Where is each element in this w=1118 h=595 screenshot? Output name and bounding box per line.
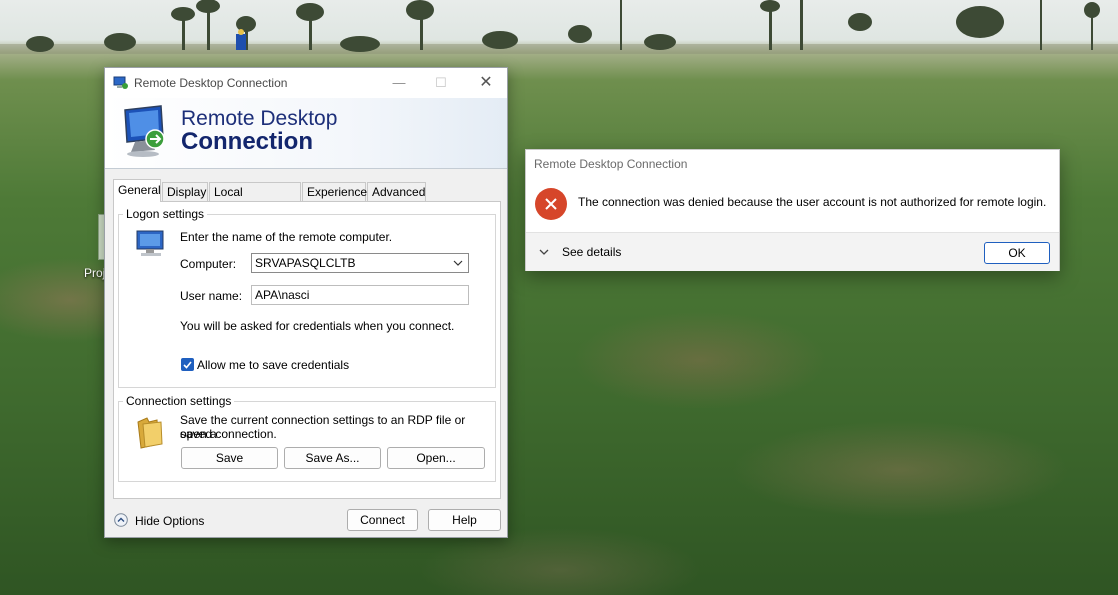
logon-settings-group: Logon settings Enter the name of the rem…	[118, 207, 496, 388]
general-tab-panel: Logon settings Enter the name of the rem…	[113, 201, 501, 499]
chevron-down-icon	[453, 260, 463, 266]
help-button[interactable]: Help	[428, 509, 501, 531]
save-as-button[interactable]: Save As...	[284, 447, 381, 469]
credentials-note: You will be asked for credentials when y…	[180, 319, 455, 333]
maximize-icon: ☐	[435, 75, 447, 90]
rdc-app-icon	[113, 76, 128, 89]
connection-description-line2: saved connection.	[180, 427, 277, 441]
minimize-icon[interactable]: —	[379, 72, 419, 94]
tab-advanced[interactable]: Advanced	[367, 182, 426, 201]
username-label: User name:	[180, 289, 243, 303]
banner-title-line2: Connection	[181, 128, 313, 155]
error-x-icon	[535, 188, 567, 220]
tab-experience[interactable]: Experience	[302, 182, 367, 201]
desktop-shortcut-label: Proj	[84, 266, 106, 280]
computer-label: Computer:	[180, 257, 237, 271]
logon-settings-label: Logon settings	[123, 207, 208, 221]
see-details-toggle[interactable]: See details	[562, 245, 621, 259]
background-treeline	[0, 0, 1118, 54]
checkmark-icon	[183, 361, 192, 369]
remote-desktop-monitor-icon	[124, 105, 165, 157]
tab-display[interactable]: Display	[162, 182, 208, 201]
error-dialog-footer: See details OK	[526, 232, 1059, 271]
folder-icon	[137, 417, 163, 449]
hide-options-link[interactable]: Hide Options	[135, 514, 204, 528]
computer-combobox[interactable]: SRVAPASQLCLTB	[251, 253, 469, 273]
computer-value: SRVAPASQLCLTB	[255, 256, 356, 270]
error-dialog: Remote Desktop Connection The connection…	[525, 149, 1060, 271]
chevron-down-icon[interactable]	[538, 246, 550, 258]
desktop-shortcut-icon[interactable]: Proj	[84, 214, 118, 280]
rdc-title-bar[interactable]: Remote Desktop Connection — ☐ ✕	[105, 68, 507, 98]
rdc-window: Remote Desktop Connection — ☐ ✕ Remote D…	[104, 67, 508, 538]
ok-button[interactable]: OK	[984, 242, 1050, 264]
collapse-up-icon[interactable]	[114, 513, 128, 527]
username-input[interactable]: APA\nasci	[251, 285, 469, 305]
logon-instruction: Enter the name of the remote computer.	[180, 230, 393, 244]
save-credentials-label[interactable]: Allow me to save credentials	[197, 358, 349, 372]
connection-settings-group: Connection settings Save the current con…	[118, 394, 496, 482]
rdc-window-title: Remote Desktop Connection	[134, 76, 288, 90]
open-button[interactable]: Open...	[387, 447, 485, 469]
computer-icon	[136, 230, 164, 256]
connect-button[interactable]: Connect	[347, 509, 418, 531]
error-message: The connection was denied because the us…	[578, 195, 1047, 209]
error-dialog-title: Remote Desktop Connection	[534, 157, 688, 171]
close-icon[interactable]: ✕	[466, 72, 506, 94]
connection-settings-label: Connection settings	[123, 394, 235, 408]
save-credentials-checkbox[interactable]	[181, 358, 194, 371]
username-value: APA\nasci	[255, 288, 310, 302]
save-button[interactable]: Save	[181, 447, 278, 469]
tab-general[interactable]: General	[113, 179, 161, 202]
rdc-banner: Remote Desktop Connection	[105, 98, 507, 169]
tab-local-resources[interactable]: Local Resources	[209, 182, 301, 218]
